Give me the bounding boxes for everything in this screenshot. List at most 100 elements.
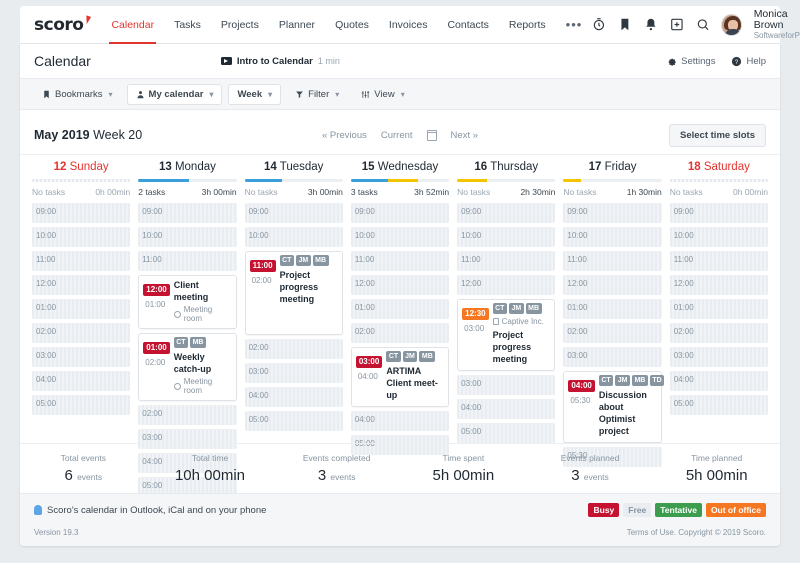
time-slot[interactable]: 09:00 — [457, 203, 555, 223]
time-slot[interactable]: 11:00 — [670, 251, 768, 271]
day-header[interactable]: 18 Saturday — [670, 161, 768, 173]
time-slot[interactable]: 05:00 — [245, 411, 343, 431]
terms-link[interactable]: Terms of Use. Copyright © 2019 Scoro. — [627, 528, 766, 537]
time-slot[interactable]: 04:00 — [670, 371, 768, 391]
calendar-event[interactable]: 03:0004:00CTJMMBARTIMA Client meet-up — [351, 347, 449, 407]
legend-tentative[interactable]: Tentative — [655, 503, 702, 517]
time-slot[interactable]: 11:00 — [351, 251, 449, 271]
participant-initials[interactable]: MB — [190, 337, 206, 348]
day-header[interactable]: 16 Thursday — [457, 161, 555, 173]
time-slot[interactable]: 11:00 — [457, 251, 555, 271]
week-button[interactable]: Week ▾ — [228, 84, 281, 105]
user-menu[interactable]: Monica Brown SoftwareforPM ▾ — [754, 9, 800, 41]
participant-initials[interactable]: JM — [403, 351, 418, 362]
day-header[interactable]: 15 Wednesday — [351, 161, 449, 173]
time-slot[interactable]: 01:00 — [32, 299, 130, 319]
time-slot[interactable]: 05:00 — [670, 395, 768, 415]
day-header[interactable]: 17 Friday — [563, 161, 661, 173]
time-slot[interactable]: 09:00 — [138, 203, 236, 223]
participant-initials[interactable]: CT — [493, 303, 507, 314]
nav-item-projects[interactable]: Projects — [211, 6, 269, 44]
scoro-logo[interactable]: scoro — [34, 15, 83, 35]
time-slot[interactable]: 12:00 — [351, 275, 449, 295]
calendar-event[interactable]: 04:0005:30CTJMMBTDDiscussion about Optim… — [563, 371, 661, 443]
calendar-event[interactable]: 12:3003:00CTJMMBCaptive Inc.Project prog… — [457, 299, 555, 371]
participant-initials[interactable]: MB — [419, 351, 435, 362]
time-slot[interactable]: 09:00 — [563, 203, 661, 223]
time-slot[interactable]: 12:00 — [670, 275, 768, 295]
view-button[interactable]: View ▾ — [353, 85, 412, 104]
day-header[interactable]: 13 Monday — [138, 161, 236, 173]
time-slot[interactable]: 10:00 — [563, 227, 661, 247]
time-slot[interactable]: 01:00 — [670, 299, 768, 319]
participant-initials[interactable]: TD — [650, 375, 664, 386]
legend-busy[interactable]: Busy — [588, 503, 619, 517]
nav-item-contacts[interactable]: Contacts — [437, 6, 498, 44]
day-header[interactable]: 12 Sunday — [32, 161, 130, 173]
bookmark-icon[interactable] — [618, 17, 632, 32]
select-time-slots-button[interactable]: Select time slots — [669, 124, 766, 147]
time-slot[interactable]: 03:00 — [563, 347, 661, 367]
calendar-picker-icon[interactable] — [427, 130, 437, 141]
time-slot[interactable]: 02:00 — [563, 323, 661, 343]
time-slot[interactable]: 11:00 — [138, 251, 236, 271]
sync-calendar-link[interactable]: Scoro's calendar in Outlook, iCal and on… — [34, 505, 266, 516]
time-slot[interactable]: 10:00 — [351, 227, 449, 247]
time-slot[interactable]: 12:00 — [563, 275, 661, 295]
legend-out-of-office[interactable]: Out of office — [706, 503, 766, 517]
nav-item-quotes[interactable]: Quotes — [325, 6, 379, 44]
search-icon[interactable] — [696, 17, 710, 32]
time-slot[interactable]: 04:00 — [32, 371, 130, 391]
time-slot[interactable]: 03:00 — [32, 347, 130, 367]
nav-item-reports[interactable]: Reports — [499, 6, 556, 44]
time-slot[interactable]: 05:00 — [32, 395, 130, 415]
participant-initials[interactable]: MB — [313, 255, 329, 266]
participant-initials[interactable]: CT — [174, 337, 188, 348]
time-slot[interactable]: 09:00 — [670, 203, 768, 223]
time-slot[interactable]: 02:00 — [245, 339, 343, 359]
participant-initials[interactable]: CT — [386, 351, 400, 362]
participant-initials[interactable]: MB — [526, 303, 542, 314]
intro-video-link[interactable]: Intro to Calendar 1 min — [221, 56, 340, 67]
participant-initials[interactable]: JM — [296, 255, 311, 266]
time-slot[interactable]: 03:00 — [670, 347, 768, 367]
day-header[interactable]: 14 Tuesday — [245, 161, 343, 173]
participant-initials[interactable]: CT — [280, 255, 294, 266]
time-slot[interactable]: 05:00 — [457, 423, 555, 443]
nav-item-invoices[interactable]: Invoices — [379, 6, 438, 44]
nav-item-tasks[interactable]: Tasks — [164, 6, 211, 44]
participant-initials[interactable]: CT — [599, 375, 613, 386]
time-slot[interactable]: 04:00 — [245, 387, 343, 407]
time-slot[interactable]: 10:00 — [138, 227, 236, 247]
participant-initials[interactable]: JM — [615, 375, 630, 386]
time-slot[interactable]: 02:00 — [138, 405, 236, 425]
nav-item-planner[interactable]: Planner — [269, 6, 325, 44]
time-slot[interactable]: 10:00 — [457, 227, 555, 247]
time-slot[interactable]: 10:00 — [670, 227, 768, 247]
time-slot[interactable]: 11:00 — [563, 251, 661, 271]
avatar[interactable] — [721, 14, 741, 36]
calendar-event[interactable]: 01:0002:00CTMBWeekly catch-upMeeting roo… — [138, 333, 236, 401]
time-slot[interactable]: 03:00 — [245, 363, 343, 383]
time-slot[interactable]: 09:00 — [245, 203, 343, 223]
my-calendar-button[interactable]: My calendar ▾ — [127, 84, 223, 105]
settings-button[interactable]: Settings — [666, 56, 715, 67]
time-slot[interactable]: 09:00 — [32, 203, 130, 223]
time-slot[interactable]: 02:00 — [670, 323, 768, 343]
participant-initials[interactable]: MB — [632, 375, 648, 386]
next-button[interactable]: Next » — [451, 130, 478, 141]
time-slot[interactable]: 02:00 — [351, 323, 449, 343]
calendar-event[interactable]: 11:0002:00CTJMMBProject progress meeting — [245, 251, 343, 335]
time-slot[interactable]: 12:00 — [457, 275, 555, 295]
timer-icon[interactable] — [592, 17, 606, 32]
nav-item-calendar[interactable]: Calendar — [101, 6, 164, 44]
time-slot[interactable]: 02:00 — [32, 323, 130, 343]
bell-icon[interactable] — [644, 17, 658, 32]
participant-initials[interactable]: JM — [509, 303, 524, 314]
help-button[interactable]: ? Help — [731, 56, 766, 67]
time-slot[interactable]: 04:00 — [351, 411, 449, 431]
time-slot[interactable]: 11:00 — [32, 251, 130, 271]
time-slot[interactable]: 10:00 — [245, 227, 343, 247]
time-slot[interactable]: 12:00 — [32, 275, 130, 295]
current-button[interactable]: Current — [381, 130, 413, 141]
